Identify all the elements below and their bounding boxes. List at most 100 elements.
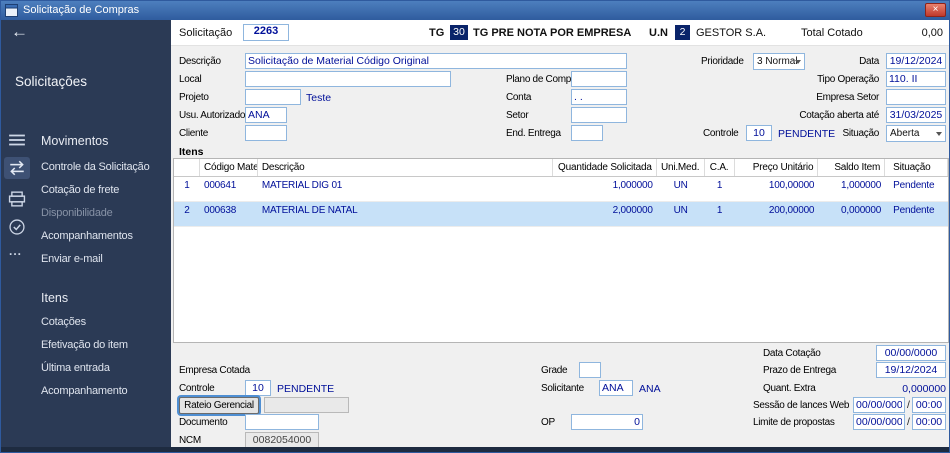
documento-input[interactable] [245, 414, 319, 430]
projeto-input[interactable] [245, 89, 301, 105]
table-row-selected[interactable]: 2 000638 MATERIAL DE NATAL 2,000000 UN 1… [174, 202, 948, 227]
end-entrega-input[interactable] [571, 125, 603, 141]
window-title: Solicitação de Compras [23, 4, 140, 16]
col-situacao: Situação [885, 159, 948, 176]
sidebar-item-acompanhamentos[interactable]: Acompanhamentos [41, 230, 133, 242]
ncm-input [245, 432, 319, 448]
data-cotacao-input[interactable] [876, 345, 946, 361]
cell-row-number: 2 [184, 205, 190, 216]
tg-label: TG [429, 27, 445, 39]
limite-propostas-date-input[interactable] [853, 414, 905, 430]
app-icon [5, 4, 18, 17]
footer-controle-input[interactable] [245, 380, 271, 396]
descricao-input[interactable] [245, 53, 627, 69]
sidebar-item-controle-solicitacao[interactable]: Controle da Solicitação [41, 161, 150, 173]
prioridade-label: Prioridade [701, 56, 744, 67]
situacao-select[interactable]: Aberta [886, 125, 946, 142]
controle-input[interactable] [746, 125, 772, 141]
footer-controle-status: PENDENTE [277, 383, 335, 395]
prioridade-select[interactable]: 3 Normal [753, 53, 805, 70]
rateio-gerencial-button[interactable]: Rateio Gerencial [179, 397, 259, 414]
more-icon[interactable]: ... [9, 244, 22, 258]
controle-label: Controle [703, 128, 739, 139]
un-value-field[interactable]: 2 [675, 25, 690, 40]
controle-status: PENDENTE [778, 128, 836, 140]
cell-unimed: UN [673, 205, 688, 216]
cell-quantidade: 2,000000 [612, 205, 653, 216]
sidebar-item-efetivacao-item[interactable]: Efetivação do item [41, 339, 128, 351]
tg-value-field[interactable]: 30 [450, 25, 468, 40]
sidebar-item-disponibilidade: Disponibilidade [41, 207, 113, 219]
limite-propostas-label: Limite de propostas [753, 417, 835, 428]
projeto-description: Teste [306, 92, 332, 104]
col-ca: C.A. [705, 159, 735, 176]
footer-controle-label: Controle [179, 383, 215, 394]
sidebar-item-acompanhamento[interactable]: Acompanhamento [41, 385, 128, 397]
chevron-down-icon [936, 132, 942, 136]
plano-compras-input[interactable] [571, 71, 627, 87]
header-left-panel: ← [1, 20, 171, 46]
printer-icon[interactable] [8, 191, 26, 207]
total-cotado-label: Total Cotado [801, 27, 863, 39]
close-icon[interactable]: × [925, 3, 946, 17]
situacao-value: Aberta [890, 128, 920, 139]
menu-icon[interactable] [8, 132, 26, 148]
check-circle-icon[interactable] [8, 219, 26, 235]
title-bar: Solicitação de Compras × [1, 1, 949, 20]
bottom-bar [1, 447, 949, 452]
table-row[interactable]: 1 000641 MATERIAL DIG 01 1,000000 UN 1 1… [174, 177, 948, 202]
back-arrow-icon[interactable]: ← [11, 22, 28, 42]
col-saldo-item: Saldo Item [818, 159, 886, 176]
sessao-lances-date-input[interactable] [853, 397, 905, 413]
itens-heading: Itens [41, 291, 69, 305]
sessao-lances-time-input[interactable] [912, 397, 946, 413]
cliente-input[interactable] [245, 125, 287, 141]
conta-input[interactable] [571, 89, 627, 105]
limite-propostas-time-input[interactable] [912, 414, 946, 430]
total-cotado-value: 0,00 [921, 27, 943, 39]
cell-situacao: Pendente [893, 205, 935, 216]
cell-saldo: 0,000000 [841, 205, 882, 216]
projeto-label: Projeto [179, 92, 209, 103]
swap-arrows-icon[interactable] [8, 160, 26, 176]
tipo-operacao-input[interactable] [886, 71, 946, 87]
prazo-entrega-label: Prazo de Entrega [763, 365, 837, 376]
empresa-setor-input[interactable] [886, 89, 946, 105]
cell-unimed: UN [673, 180, 688, 191]
cell-codigo: 000641 [203, 180, 237, 191]
sidebar-item-cotacao-frete[interactable]: Cotação de frete [41, 184, 119, 196]
sidebar-item-cotacoes[interactable]: Cotações [41, 316, 86, 328]
rateio-gerencial-field [264, 397, 349, 413]
cell-quantidade: 1,000000 [612, 180, 653, 191]
col-quantidade: Quantidade Solicitada [553, 159, 657, 176]
sidebar-item-ultima-entrada[interactable]: Última entrada [41, 362, 110, 374]
grade-input[interactable] [579, 362, 601, 378]
quant-extra-value: 0,000000 [902, 383, 946, 395]
solicitante-input[interactable] [599, 380, 633, 396]
data-cotacao-label: Data Cotação [763, 348, 821, 359]
data-input[interactable] [886, 53, 946, 69]
usu-autorizado-input[interactable] [245, 107, 287, 123]
cell-preco: 200,00000 [768, 205, 815, 216]
setor-input[interactable] [571, 107, 627, 123]
solicitacao-label: Solicitação [179, 27, 233, 39]
cell-codigo: 000638 [203, 205, 237, 216]
solicitante-label: Solicitante [541, 383, 584, 394]
prazo-entrega-input[interactable] [876, 362, 946, 378]
prioridade-value: 3 Normal [757, 56, 798, 67]
un-label: U.N [649, 27, 668, 39]
empresa-setor-label: Empresa Setor [816, 92, 879, 103]
cliente-label: Cliente [179, 128, 209, 139]
op-input[interactable] [571, 414, 643, 430]
grid-header-row: Código Material Descrição Quantidade Sol… [174, 159, 948, 177]
local-input[interactable] [245, 71, 451, 87]
solicitacao-compras-window: Solicitação de Compras × ← Solicitação 2… [0, 0, 950, 453]
end-entrega-label: End. Entrega [506, 128, 561, 139]
cell-situacao: Pendente [893, 180, 935, 191]
cotacao-aberta-input[interactable] [886, 107, 946, 123]
solicitacao-number-field[interactable]: 2263 [243, 24, 289, 41]
grade-label: Grade [541, 365, 568, 376]
sidebar-item-enviar-email[interactable]: Enviar e-mail [41, 253, 103, 265]
tipo-operacao-label: Tipo Operação [817, 74, 879, 85]
sidebar: Solicitações ... Movimentos Controle da … [1, 46, 171, 447]
